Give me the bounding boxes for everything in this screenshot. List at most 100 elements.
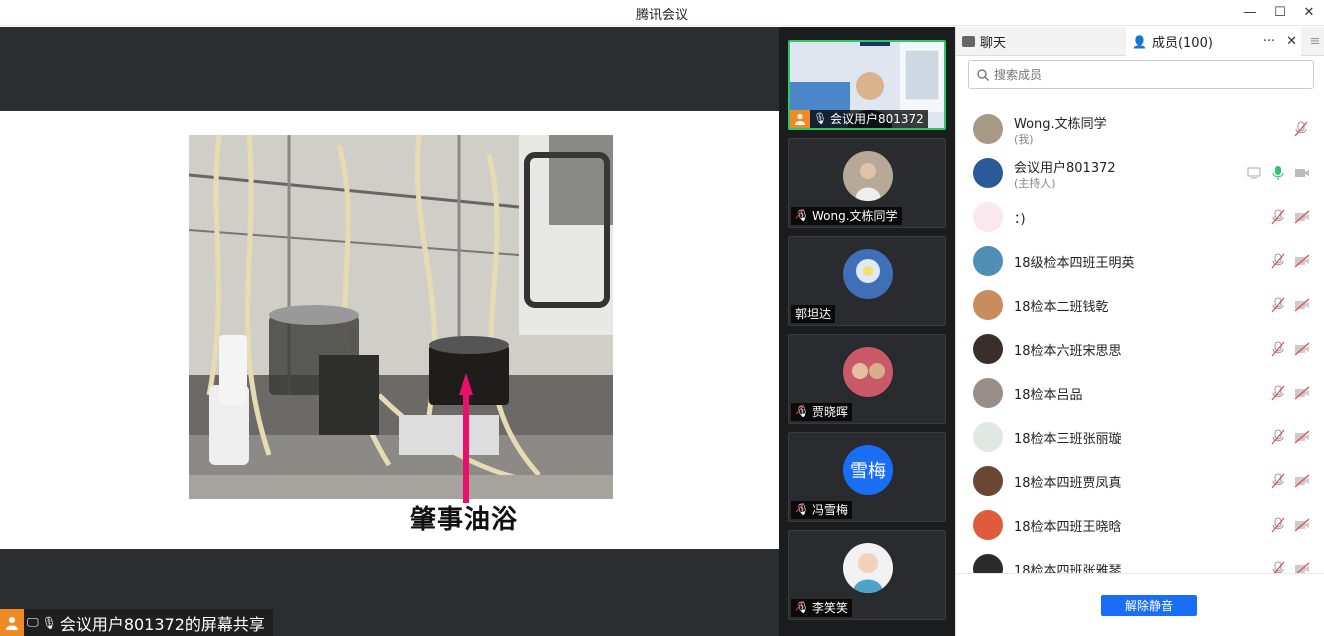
tab-chat-label: 聊天 <box>980 36 1007 51</box>
mic-muted-icon[interactable] <box>1294 121 1308 137</box>
member-row[interactable]: 18检本三班张丽璇 <box>956 415 1324 459</box>
member-name: 18检本三班张丽璇 <box>1014 432 1122 447</box>
video-tile[interactable]: 🎙 李笑笑 <box>788 530 946 620</box>
mic-icon[interactable] <box>1271 165 1285 181</box>
mic-muted-icon[interactable] <box>1271 209 1285 225</box>
member-role: (我) <box>1014 133 1034 146</box>
camera-off-icon[interactable] <box>1294 210 1310 224</box>
shared-screen: 肇事油浴 🖵 🎙 会议用户801372的屏幕共享 <box>0 27 779 636</box>
panel-tabs: 聊天 👤 成员(100) ··· ✕ ≡ <box>956 27 1324 56</box>
video-tile-label: 🎙 李笑笑 <box>791 599 852 617</box>
search-icon <box>977 68 989 81</box>
slide-caption: 肇事油浴 <box>410 505 519 535</box>
member-name: 18检本吕品 <box>1014 388 1083 403</box>
presenter-avatar <box>0 609 24 636</box>
video-tile-label: 🎙 冯雪梅 <box>791 501 852 519</box>
tab-members-label: 成员(100) <box>1151 36 1213 51</box>
member-name: ：) <box>1014 212 1026 227</box>
member-name: 18检本四班贾凤真 <box>1014 476 1122 491</box>
menu-icon[interactable]: ≡ <box>1305 27 1324 56</box>
member-row[interactable]: 18检本四班张雅琴 <box>956 547 1324 573</box>
member-name: 18级检本四班王明英 <box>1014 256 1135 271</box>
video-tile-name: Wong.文栋同学 <box>811 209 898 223</box>
camera-off-icon[interactable] <box>1294 386 1310 400</box>
video-tile[interactable]: 🎙 Wong.文栋同学 <box>788 138 946 228</box>
lab-photo <box>189 135 613 499</box>
video-tile-name: 贾晓晖 <box>811 405 848 419</box>
avatar <box>843 151 893 201</box>
mic-muted-icon: 🎙 <box>795 599 809 617</box>
mic-muted-icon[interactable] <box>1271 385 1285 401</box>
member-name: 18检本六班宋思思 <box>1014 344 1122 359</box>
person-icon: 👤 <box>1132 34 1147 49</box>
avatar <box>973 114 1003 144</box>
camera-off-icon[interactable] <box>1294 474 1310 488</box>
member-row[interactable]: 18检本四班王晓晗 <box>956 503 1324 547</box>
member-search[interactable] <box>968 60 1314 89</box>
member-name: 18检本四班王晓晗 <box>1014 520 1122 535</box>
avatar <box>973 466 1003 496</box>
member-row[interactable]: 18检本吕品 <box>956 371 1324 415</box>
video-tile-name: 会议用户801372 <box>829 112 924 126</box>
member-row[interactable]: ：) <box>956 195 1324 239</box>
more-button[interactable]: ··· <box>1263 34 1275 49</box>
camera-off-icon[interactable] <box>1294 518 1310 532</box>
video-tile[interactable]: 🎙 贾晓晖 <box>788 334 946 424</box>
video-panel: 🎙 会议用户801372 🎙 Wong.文栋同学 郭坦达 🎙 贾晓晖 雪梅 🎙 … <box>779 27 955 636</box>
tab-members[interactable]: 👤 成员(100) ··· ✕ <box>1126 27 1301 56</box>
camera-off-icon[interactable] <box>1294 430 1310 444</box>
video-tile-host[interactable]: 🎙 会议用户801372 <box>788 40 946 130</box>
avatar <box>973 422 1003 452</box>
mic-muted-icon: 🎙 <box>795 207 809 225</box>
maximize-button[interactable]: ☐ <box>1269 3 1291 21</box>
mic-muted-icon[interactable] <box>1271 561 1285 573</box>
avatar <box>973 510 1003 540</box>
member-row[interactable]: 18检本二班钱乾 <box>956 283 1324 327</box>
avatar <box>973 202 1003 232</box>
mic-muted-icon[interactable] <box>1271 473 1285 489</box>
video-tile[interactable]: 郭坦达 <box>788 236 946 326</box>
video-tile-label: 郭坦达 <box>791 305 836 323</box>
mic-muted-icon[interactable] <box>1271 517 1285 533</box>
video-tile-label: 🎙 会议用户801372 <box>790 110 928 128</box>
minimize-button[interactable]: — <box>1239 3 1261 21</box>
camera-off-icon[interactable] <box>1294 562 1310 573</box>
avatar <box>843 347 893 397</box>
member-row[interactable]: Wong.文栋同学 (我) <box>956 107 1324 151</box>
mic-muted-icon[interactable] <box>1271 253 1285 269</box>
screen-share-icon: 🖵 <box>27 615 39 629</box>
avatar <box>843 249 893 299</box>
share-label: 会议用户801372的屏幕共享 <box>59 614 265 634</box>
share-status-bar: 🖵 🎙 会议用户801372的屏幕共享 <box>0 609 273 636</box>
lab-photo-image <box>189 135 613 499</box>
close-panel-button[interactable]: ✕ <box>1286 34 1297 49</box>
member-row[interactable]: 18检本六班宋思思 <box>956 327 1324 371</box>
camera-off-icon[interactable] <box>1294 298 1310 312</box>
avatar <box>973 158 1003 188</box>
member-row[interactable]: 18检本四班贾凤真 <box>956 459 1324 503</box>
app-title: 腾讯会议 <box>635 8 688 23</box>
mic-muted-icon[interactable] <box>1271 297 1285 313</box>
member-name: 18检本二班钱乾 <box>1014 300 1109 315</box>
mic-muted-icon: 🎙 <box>795 501 809 519</box>
unmute-all-button[interactable]: 解除静音 <box>1101 595 1197 616</box>
video-tile-label: 🎙 Wong.文栋同学 <box>791 207 902 225</box>
members-panel: 聊天 👤 成员(100) ··· ✕ ≡ Wong.文栋同学 (我) 会议用户8… <box>955 27 1324 636</box>
camera-off-icon[interactable] <box>1294 254 1310 268</box>
tab-chat[interactable]: 聊天 <box>956 27 1126 56</box>
mic-icon: 🎙 <box>41 615 57 630</box>
camera-off-icon[interactable] <box>1294 342 1310 356</box>
member-role: (主持人) <box>1014 177 1056 190</box>
video-tile-name: 郭坦达 <box>795 307 832 321</box>
close-button[interactable]: ✕ <box>1298 3 1320 21</box>
member-name: 18检本四班张雅琴 <box>1014 564 1122 573</box>
mic-muted-icon[interactable] <box>1271 341 1285 357</box>
search-input[interactable] <box>994 67 1294 82</box>
avatar <box>973 378 1003 408</box>
camera-icon[interactable] <box>1294 166 1310 180</box>
host-badge-icon <box>790 110 810 128</box>
member-row[interactable]: 18级检本四班王明英 <box>956 239 1324 283</box>
mic-muted-icon[interactable] <box>1271 429 1285 445</box>
video-tile[interactable]: 雪梅 🎙 冯雪梅 <box>788 432 946 522</box>
member-row[interactable]: 会议用户801372 (主持人) <box>956 151 1324 195</box>
